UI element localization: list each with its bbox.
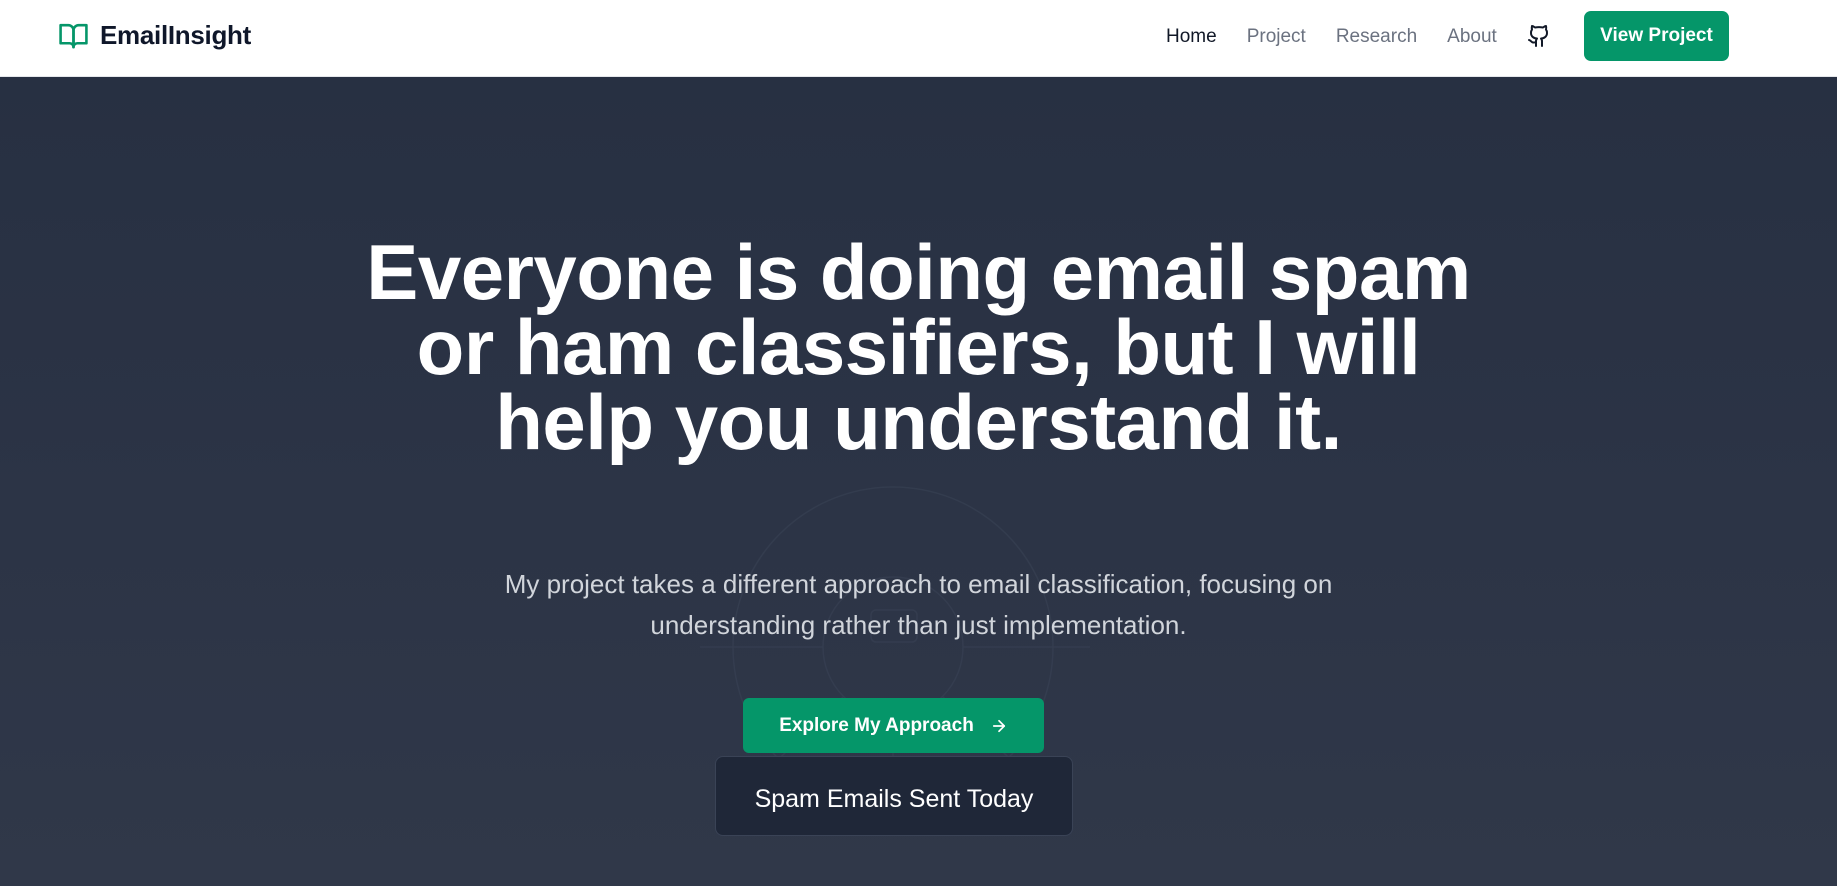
arrow-right-icon xyxy=(992,719,1005,732)
github-link[interactable] xyxy=(1527,24,1551,48)
nav-item-home[interactable]: Home xyxy=(1166,24,1217,50)
nav-item-research[interactable]: Research xyxy=(1336,24,1417,50)
main-nav: Home Project Research About xyxy=(1166,24,1527,50)
nav-item-about[interactable]: About xyxy=(1447,24,1497,50)
spam-stat-card: Spam Emails Sent Today xyxy=(715,756,1073,836)
stat-card-title: Spam Emails Sent Today xyxy=(754,785,1034,813)
hero-subtitle: My project takes a different approach to… xyxy=(504,569,1333,640)
nav-item-project[interactable]: Project xyxy=(1247,24,1306,50)
brand-logo-link[interactable]: EmailInsight xyxy=(58,20,251,51)
explore-approach-button[interactable]: Explore My Approach xyxy=(743,698,1044,753)
open-book-icon xyxy=(59,23,88,49)
explore-button-label: Explore My Approach xyxy=(779,714,974,736)
view-project-button[interactable]: View Project xyxy=(1584,11,1729,61)
top-navbar: EmailInsight Home Project Research About… xyxy=(0,0,1837,77)
github-icon xyxy=(1528,25,1549,47)
hero-title: Everyone is doing email spam or ham clas… xyxy=(366,228,1471,466)
brand-name: EmailInsight xyxy=(100,20,251,50)
